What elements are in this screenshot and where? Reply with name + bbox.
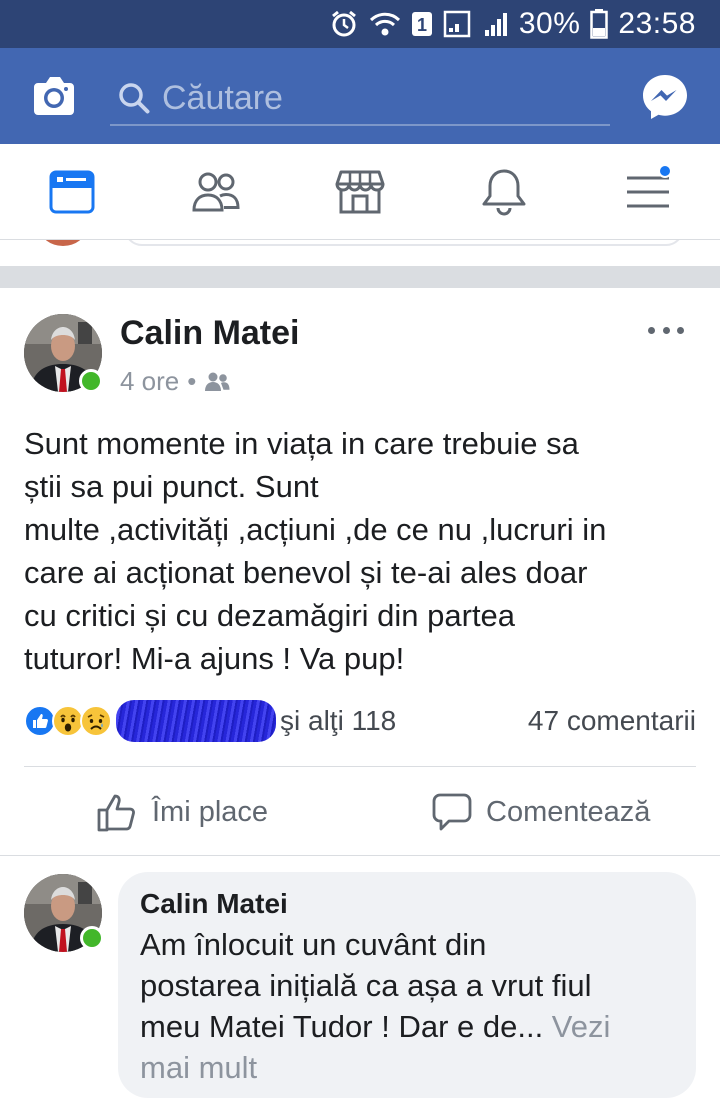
comment-text-line: postarea inițială ca așa a vrut fiul — [140, 968, 592, 1003]
messenger-button[interactable] — [640, 72, 690, 122]
battery-percent: 30% — [518, 7, 581, 40]
tab-bar — [0, 144, 720, 240]
marketplace-icon — [335, 170, 385, 214]
meta-separator: • — [187, 366, 197, 396]
comments-count[interactable]: 47 comentarii — [528, 705, 696, 737]
signal-2-icon — [483, 10, 509, 38]
previous-post-edge — [0, 240, 720, 266]
news-feed-icon — [49, 170, 95, 214]
messenger-icon — [643, 75, 687, 119]
post-separator — [0, 855, 720, 856]
online-status-dot — [79, 369, 103, 393]
post-text-line: Sunt momente in viața in care trebuie sa — [24, 426, 579, 461]
wifi-icon — [369, 10, 401, 38]
post-meta: 4 ore • — [120, 366, 230, 397]
post-text-line: care ai acționat benevol și te-ai ales d… — [24, 555, 588, 590]
friends-audience-icon — [205, 372, 230, 391]
comment-text-line: Am înlocuit un cuvânt din — [140, 927, 487, 962]
search-placeholder: Căutare — [162, 78, 283, 117]
sad-reaction-icon — [80, 705, 112, 737]
sim-slot-icon: 1 — [411, 11, 433, 37]
signal-1-icon — [443, 10, 473, 38]
search-bar[interactable]: Căutare — [110, 72, 610, 126]
search-icon — [119, 83, 150, 114]
post-text-line: știi sa pui punct. Sunt — [24, 469, 319, 504]
comment-button[interactable]: Comentează — [432, 786, 650, 838]
comment-button-label: Comentează — [486, 795, 651, 828]
previous-avatar-edge — [40, 240, 86, 246]
post-separator — [24, 766, 696, 767]
feed-divider — [0, 266, 720, 288]
notifications-bell-icon — [482, 169, 526, 216]
tab-friends[interactable] — [168, 144, 264, 240]
tab-news-feed[interactable] — [24, 144, 120, 240]
more-dot-icon — [662, 326, 670, 334]
status-bar: 1 30% 23:58 — [0, 0, 720, 48]
comment-text-line: meu Matei Tudor ! Dar e de... — [140, 1009, 544, 1044]
tab-menu[interactable] — [600, 144, 696, 240]
redacted-names-scribble — [116, 700, 276, 742]
top-bar: Căutare — [0, 48, 720, 144]
clock: 23:58 — [618, 7, 696, 40]
reactions-others-text[interactable]: şi alţi 118 — [280, 705, 396, 737]
comment-author-name[interactable]: Calin Matei — [140, 886, 674, 922]
comment-bubble-icon — [432, 793, 472, 831]
post-text-line: cu critici și cu dezamăgiri din partea — [24, 598, 516, 633]
post-body: Sunt momente in viața in care trebuie sa… — [24, 422, 704, 680]
comment-bubble[interactable]: Calin Matei Am înlocuit un cuvânt din po… — [118, 872, 696, 1098]
camera-button[interactable] — [30, 73, 78, 119]
menu-notification-dot — [658, 164, 672, 178]
post-text-line: tuturor! Mi-a ajuns ! Va pup! — [24, 641, 405, 676]
tab-notifications[interactable] — [456, 144, 552, 240]
sim-slot-number: 1 — [417, 15, 427, 35]
battery-icon — [590, 9, 609, 39]
online-status-dot — [80, 926, 104, 950]
feed-post: Calin Matei 4 ore • Sunt momente in viaț… — [0, 288, 720, 1112]
post-text-line: multe ,activități ,acțiuni ,de ce nu ,lu… — [24, 512, 607, 547]
see-more-link-cont[interactable]: mai mult — [140, 1050, 257, 1085]
post-options-button[interactable] — [648, 318, 684, 342]
post-time[interactable]: 4 ore — [120, 366, 179, 397]
thumbs-up-icon — [97, 794, 135, 832]
friends-icon — [192, 172, 240, 212]
tab-marketplace[interactable] — [312, 144, 408, 240]
see-more-link[interactable]: Vezi — [543, 1009, 611, 1044]
like-button[interactable]: Îmi place — [96, 786, 268, 838]
previous-comment-input-edge — [124, 240, 684, 246]
more-dot-icon — [677, 326, 684, 334]
comment-body: Am înlocuit un cuvânt din postarea iniți… — [140, 924, 674, 1088]
more-dot-icon — [648, 326, 655, 334]
post-author-name[interactable]: Calin Matei — [120, 314, 299, 353]
alarm-icon — [329, 9, 359, 39]
camera-icon — [34, 77, 74, 115]
like-button-label: Îmi place — [152, 795, 269, 828]
reactions-summary[interactable]: şi alţi 118 47 comentarii — [24, 696, 696, 746]
